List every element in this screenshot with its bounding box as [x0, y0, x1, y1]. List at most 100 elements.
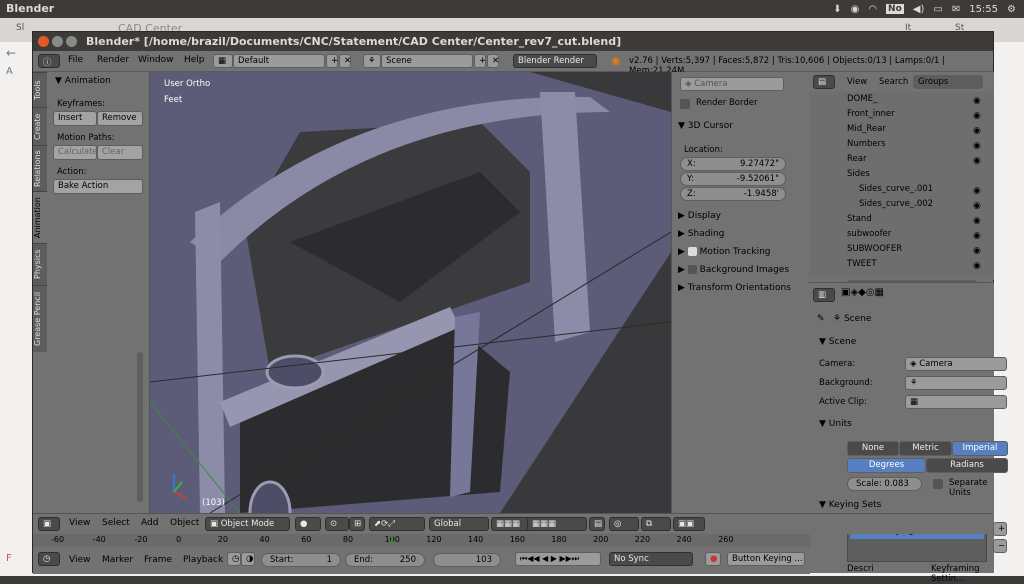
outliner-item[interactable]: Stand	[847, 214, 872, 224]
clear-paths-button[interactable]: Clear	[97, 145, 143, 160]
menu-file[interactable]: File	[68, 55, 83, 65]
render-border-checkbox[interactable]	[680, 99, 690, 109]
minimize-icon[interactable]	[52, 36, 63, 47]
transform-orientations-panel-header[interactable]: ▶ Transform Orientations	[678, 283, 791, 293]
degrees-button[interactable]: Degrees	[847, 458, 926, 473]
outliner-item[interactable]: DOME_	[847, 94, 877, 104]
background-set-field[interactable]: ⚘	[905, 376, 1007, 390]
outliner-editor-type-icon[interactable]: ▤	[813, 75, 835, 89]
outliner-menu-search[interactable]: Search	[879, 77, 908, 87]
camera-field[interactable]: ◈ Camera	[905, 357, 1007, 371]
manipulator-toggle-icon[interactable]: ⊞	[349, 517, 365, 531]
remove-keying-set-icon[interactable]: −	[993, 539, 1007, 553]
cursor-y-field[interactable]: Y: -9.52061"	[680, 172, 786, 186]
close-icon[interactable]	[38, 36, 49, 47]
insert-keyframe-button[interactable]: Insert	[53, 111, 97, 126]
background-images-checkbox[interactable]	[687, 265, 697, 274]
proportional-edit-icon[interactable]: ◎	[609, 517, 639, 531]
menu-playback[interactable]: Playback	[183, 555, 223, 565]
timeline-editor-type-icon[interactable]: ◷	[38, 552, 60, 566]
power-icon[interactable]: ⚙	[1007, 4, 1016, 15]
tab-relations[interactable]: Relations	[33, 145, 47, 191]
active-keying-set-field[interactable]: Button Keying ...	[727, 552, 805, 566]
scene-icon[interactable]: ⚘	[363, 54, 381, 68]
screen-layout-icon[interactable]: ▦	[213, 54, 233, 68]
tab-tools[interactable]: Tools	[33, 72, 47, 107]
timeline-ruler[interactable]: -60-40-200204060801001201401601802002202…	[33, 534, 810, 547]
visibility-eye-icon[interactable]: ◉ ◉ ◉ ◉ ◉ ◉ ◉ ◉ ◉ ◉ ◉	[973, 94, 981, 274]
remove-keyframe-button[interactable]: Remove	[97, 111, 143, 126]
outliner-item[interactable]: SUBWOOFER	[847, 244, 902, 254]
context-tab-icons[interactable]: ▣◈◆◎▦	[841, 287, 884, 298]
motion-tracking-panel-header[interactable]: ▶ Motion Tracking	[678, 247, 771, 257]
remove-scene-icon[interactable]: ✕	[487, 54, 499, 68]
animation-panel-header[interactable]: ▼ Animation	[55, 76, 111, 86]
playback-controls[interactable]: ⏮◀◀ ◀ ▶ ▶▶⏭	[515, 552, 601, 566]
menu-window[interactable]: Window	[138, 55, 174, 65]
cursor-x-field[interactable]: X: 9.27472"	[680, 157, 786, 171]
bake-action-button[interactable]: Bake Action	[53, 179, 143, 194]
menu-render[interactable]: Render	[97, 55, 129, 65]
cursor-z-field[interactable]: Z: -1.9458'	[680, 187, 786, 201]
current-frame-field[interactable]: 103	[433, 553, 501, 567]
pin-icon[interactable]: ✎	[817, 314, 825, 324]
separate-units-checkbox[interactable]	[933, 479, 943, 489]
properties-editor-type-icon[interactable]: ▥	[813, 288, 835, 302]
outliner-item[interactable]: Rear	[847, 154, 866, 164]
3d-view-editor-type-icon[interactable]: ▣	[38, 517, 60, 531]
outliner-item[interactable]: Front_inner	[847, 109, 895, 119]
keyboard-layout-badge[interactable]: No	[886, 4, 904, 14]
mail-icon[interactable]: ✉	[952, 4, 960, 15]
battery-icon[interactable]: ▭	[933, 4, 942, 15]
calculate-paths-button[interactable]: Calculate	[53, 145, 98, 160]
add-keying-set-icon[interactable]: +	[993, 522, 1007, 536]
radians-button[interactable]: Radians	[926, 458, 1008, 473]
menu-marker[interactable]: Marker	[102, 555, 133, 565]
tab-create[interactable]: Create	[33, 107, 47, 145]
3d-cursor-panel-header[interactable]: ▼ 3D Cursor	[678, 121, 733, 131]
outliner-display-mode[interactable]: Groups	[913, 75, 983, 89]
menu-select[interactable]: Select	[102, 518, 130, 528]
outliner-item[interactable]: Sides_curve_.002	[859, 199, 933, 209]
scene-field[interactable]: Scene	[381, 54, 473, 68]
lock-layers-icon[interactable]: ▤	[589, 517, 605, 531]
tab-grease-pencil[interactable]: Grease Pencil	[33, 285, 47, 352]
back-arrow-icon[interactable]: ←	[6, 46, 16, 60]
menu-help[interactable]: Help	[184, 55, 205, 65]
interaction-mode-select[interactable]: ▣ Object Mode	[205, 517, 290, 531]
render-preview-icon[interactable]: ▣▣	[673, 517, 705, 531]
background-images-panel-header[interactable]: ▶ Background Images	[678, 265, 789, 275]
end-frame-field[interactable]: End: 250	[345, 553, 425, 567]
stopwatch-icon[interactable]: ◷	[227, 552, 241, 566]
units-panel-header[interactable]: ▼ Units	[819, 419, 852, 429]
outliner-item[interactable]: Sides	[847, 169, 870, 179]
tool-shelf-scrollbar[interactable]	[137, 352, 143, 502]
render-engine-select[interactable]: Blender Render	[513, 54, 597, 68]
add-scene-icon[interactable]: +	[474, 54, 486, 68]
background-tab[interactable]: Sl	[16, 23, 24, 33]
menu-object[interactable]: Object	[170, 518, 199, 528]
pivot-point-select[interactable]: ⊙	[325, 517, 349, 531]
wifi-icon[interactable]: ◠	[868, 4, 877, 15]
auto-keyframe-record-icon[interactable]: ●	[705, 552, 721, 566]
3d-viewport[interactable]: User Ortho Feet (103)	[150, 72, 671, 513]
snap-toggle-icon[interactable]: ⧉	[641, 517, 671, 531]
tab-physics[interactable]: Physics	[33, 243, 47, 285]
layer-buttons-right[interactable]: ▦▦▦	[527, 517, 587, 531]
tab-animation[interactable]: Animation	[33, 191, 47, 243]
motion-tracking-checkbox[interactable]	[687, 247, 697, 256]
unit-none-button[interactable]: None	[847, 441, 899, 456]
maximize-icon[interactable]	[66, 36, 77, 47]
menu-timeline-view[interactable]: View	[69, 555, 90, 565]
display-panel-header[interactable]: ▶ Display	[678, 211, 721, 221]
transform-manipulators[interactable]: ⬈⟳⤢	[369, 517, 425, 531]
sync-mode-select[interactable]: No Sync	[609, 552, 693, 566]
active-clip-field[interactable]: ▦	[905, 395, 1007, 409]
scene-panel-header[interactable]: ▼ Scene	[819, 337, 856, 347]
remove-layout-icon[interactable]: ✕	[339, 54, 351, 68]
unit-scale-field[interactable]: Scale: 0.083	[847, 477, 922, 491]
start-frame-field[interactable]: Start: 1	[261, 553, 341, 567]
outliner-item[interactable]: Sides_curve_.001	[859, 184, 933, 194]
transform-orientation-select[interactable]: Global	[429, 517, 489, 531]
menu-view[interactable]: View	[69, 518, 90, 528]
